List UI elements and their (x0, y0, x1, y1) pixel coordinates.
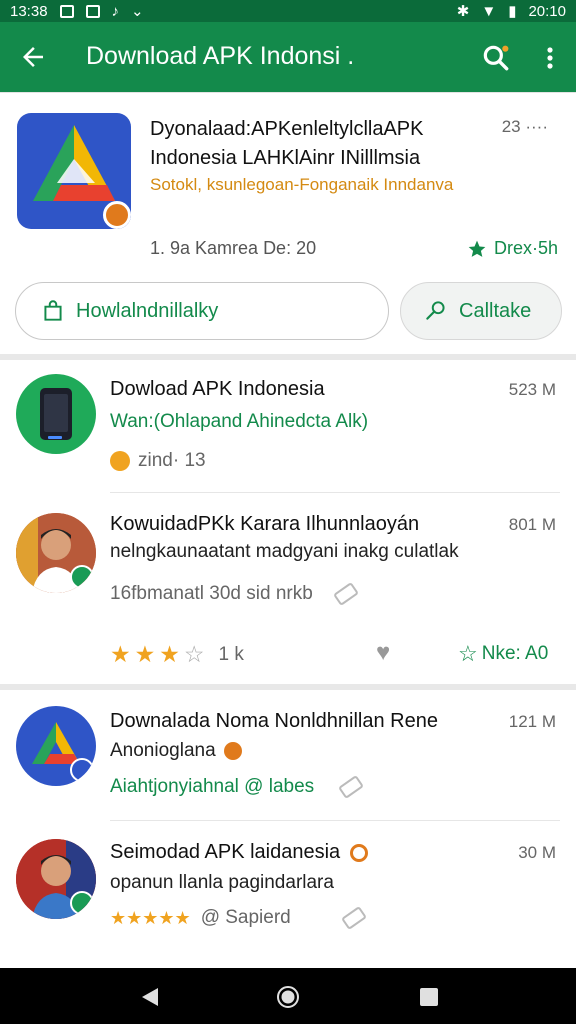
star-icon (468, 240, 486, 257)
avatar (16, 513, 96, 593)
list-item-title: Downalada Noma Nonldhnillan Rene (110, 710, 438, 732)
camera-notification-icon (85, 4, 100, 18)
download-badge-icon (70, 565, 94, 589)
chevron-down-icon: ⌄ (131, 3, 144, 20)
likes-action[interactable]: ☆ Nke: A0 (458, 641, 548, 667)
app-header-card: Dyonalaad:APKenleltylcllaAPK Indonesia L… (0, 92, 576, 354)
orange-badge-icon (350, 843, 369, 862)
app-rating-text: Drex·5h (493, 238, 558, 258)
bluetooth-icon: ✱ (456, 3, 470, 20)
list-item-size: 121 M (508, 712, 556, 731)
list-item-title: KowuidadPKk Karara Ilhunnlaoyán (110, 513, 420, 535)
list-item-meta-row: 16fbmanatl 30d sid nrkb (110, 581, 359, 607)
list-item-meta: Aiahtjonyiahnal @ labes (110, 776, 315, 797)
list-item-size: 523 M (508, 380, 556, 399)
star-filled-icon: ★ (159, 641, 180, 667)
app-bar: Download APK Indonsi . (0, 22, 576, 92)
list-item[interactable]: Downalada Noma Nonldhnillan Rene Anoniog… (0, 690, 576, 820)
app-stats: 1. 9a Kamrea De: 20 (150, 238, 317, 258)
app-logo (17, 113, 131, 229)
rating-count: 1 k (218, 643, 244, 665)
list-item-size: 801 M (508, 515, 556, 534)
status-bar: 13:38 ♪ ⌄ ✱ ▼ ▮ 20:10 (0, 0, 576, 22)
star-empty-icon: ☆ (183, 641, 205, 667)
status-right: ✱ ▼ ▮ 20:10 (456, 2, 566, 21)
list-item-title-row: Seimodad APK laidanesia (110, 841, 369, 864)
image-notification-icon (59, 4, 74, 18)
download-badge-icon (103, 201, 131, 229)
share-button-label: Calltake (459, 299, 532, 322)
app-title: Dyonalaad:APKenleltylcllaAPK Indonesia L… (150, 118, 424, 169)
tag-icon (340, 905, 367, 931)
list-item-subtitle: nelngkaunaatant madgyani inakg culatlak (110, 541, 459, 562)
app-subtitle: Sotokl, ksunlegoan-Fonganaik Inndanva (150, 175, 454, 194)
more-vert-icon[interactable] (536, 42, 564, 74)
star-outline-icon: ☆ (458, 641, 478, 666)
system-nav-bar (0, 968, 576, 1024)
music-note-icon: ♪ (111, 2, 120, 20)
list-item-subtitle: opanun llanla pagindarlara (110, 872, 334, 893)
info-dot-icon (110, 451, 130, 471)
battery-icon: ▮ (508, 3, 517, 20)
list-item-subtitle: Anonioglana (110, 740, 216, 761)
shopping-bag-icon (44, 300, 62, 321)
nav-home-icon[interactable] (276, 985, 300, 1009)
orange-badge-icon (223, 742, 242, 760)
nav-recents-icon[interactable] (419, 987, 439, 1007)
list-item-title: Seimodad APK laidanesia (110, 841, 341, 863)
list-item-size: 30 M (518, 843, 556, 862)
star-filled-icon: ★ (110, 641, 131, 667)
list-item[interactable]: KowuidadPKk Karara Ilhunnlaoyán nelngkau… (0, 493, 576, 684)
list-item-meta: @ Sapierd (200, 907, 291, 928)
nav-back-icon[interactable] (138, 986, 160, 1008)
list-item-meta: 16fbmanatl 30d sid nrkb (110, 583, 313, 604)
status-right-time: 20:10 (528, 2, 566, 20)
avatar (16, 374, 96, 454)
status-left: 13:38 ♪ ⌄ (10, 2, 144, 21)
app-meta: 23 ···· (501, 117, 548, 136)
search-icon[interactable] (480, 42, 512, 74)
tag-icon (338, 774, 365, 800)
list-item-meta-row: Aiahtjonyiahnal @ labes (110, 774, 365, 800)
back-arrow-icon[interactable] (18, 42, 48, 72)
wifi-icon: ▼ (481, 2, 497, 20)
app-rating: Drex·5h (466, 238, 558, 259)
install-button-label: Howlalndnillalky (76, 299, 219, 322)
avatar (16, 706, 96, 786)
rating-row: ★★★★★ @ Sapierd (110, 905, 367, 931)
likes-action-label: Nke: A0 (481, 643, 549, 664)
tag-icon (332, 581, 359, 607)
list-item-title: Dowload APK Indonesia (110, 378, 325, 400)
share-button[interactable]: Calltake (400, 282, 562, 340)
search-tag-icon (426, 301, 445, 320)
download-badge-icon (70, 891, 94, 915)
install-button[interactable]: Howlalndnillalky (15, 282, 389, 340)
star-filled-icon: ★ (134, 641, 156, 667)
page-title: Download APK Indonsi . (86, 42, 355, 70)
avatar (16, 839, 96, 919)
list-item-subtitle: Wan:(Ohlapand Ahinedcta Alk) (110, 411, 369, 432)
list-item-meta-row: zind· 13 (110, 450, 206, 472)
badge-icon (70, 758, 94, 782)
star-filled-icon: ★★★★★ (110, 907, 191, 928)
rating-row: ★ ★ ★ ☆ 1 k (110, 641, 244, 668)
heart-icon[interactable]: ♥ (376, 639, 390, 667)
list-item-subtitle-row: Anonioglana (110, 740, 242, 762)
status-time: 13:38 (10, 2, 48, 20)
list-item-meta: zind· 13 (138, 450, 206, 471)
list-item[interactable]: Seimodad APK laidanesia opanun llanla pa… (0, 821, 576, 949)
list-item[interactable]: Dowload APK Indonesia Wan:(Ohlapand Ahin… (0, 360, 576, 492)
